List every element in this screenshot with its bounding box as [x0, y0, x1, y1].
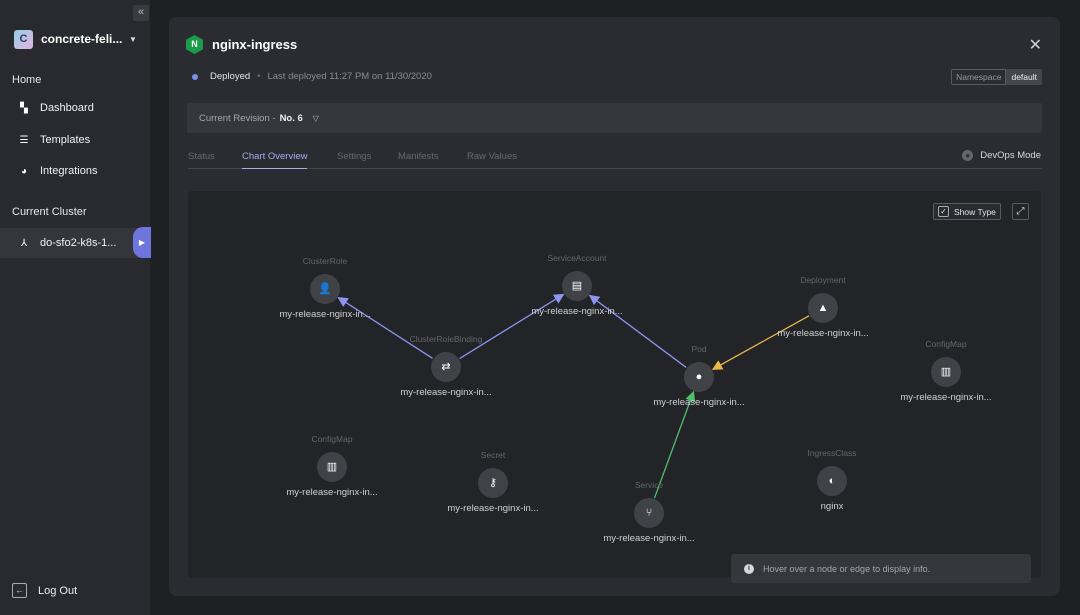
cluster-icon: ⅄	[20, 237, 28, 249]
node-type-label: Pod	[691, 344, 707, 354]
devops-icon: ●	[962, 150, 974, 161]
tab-raw-values[interactable]: Raw Values	[467, 151, 517, 169]
node-type-label: Service	[634, 480, 664, 490]
page-title: nginx-ingress	[212, 37, 298, 52]
sidebar-item-dashboard[interactable]: ▚ Dashboard	[0, 94, 150, 122]
tab-status[interactable]: Status	[188, 151, 215, 169]
graph-node-configmap1[interactable]: ▥	[931, 357, 961, 387]
sidebar: « C concrete-feli... ▼ Home ▚ Dashboard …	[0, 0, 151, 615]
separator-dot-icon: •	[257, 71, 261, 82]
node-name-label: my-release-nginx-in...	[603, 533, 695, 544]
integrations-icon: ◕	[20, 165, 28, 177]
node-type-label: Deployment	[800, 275, 846, 285]
cluster-name: do-sfo2-k8s-1...	[40, 237, 117, 249]
project-name: concrete-feli...	[41, 32, 123, 46]
node-type-label: ClusterRole	[302, 256, 348, 266]
tab-manifests[interactable]: Manifests	[398, 151, 439, 169]
show-type-label: Show Type	[954, 206, 996, 217]
node-name-label: my-release-nginx-in...	[531, 306, 623, 317]
status-dot-icon	[192, 73, 198, 80]
namespace-value: default	[1006, 69, 1042, 85]
graph-edges	[337, 293, 810, 499]
logout-icon: ←	[12, 583, 27, 598]
modal-header: N nginx-ingress	[186, 35, 297, 54]
devops-mode-toggle[interactable]: ● DevOps Mode	[962, 150, 1041, 161]
sidebar-item-label: Dashboard	[40, 102, 94, 114]
show-type-toggle[interactable]: ✓ Show Type	[933, 203, 1001, 220]
close-icon[interactable]: ✕	[1029, 35, 1042, 55]
node-name-label: my-release-nginx-in...	[279, 309, 371, 320]
expand-icon[interactable]: ⤢	[1012, 203, 1029, 220]
node-type-label: ClusterRoleBinding	[409, 334, 483, 344]
chart-modal: N nginx-ingress ✕ Deployed • Last deploy…	[169, 17, 1060, 596]
sidebar-item-cluster[interactable]: ⅄ do-sfo2-k8s-1...	[0, 228, 150, 258]
revision-selector[interactable]: Current Revision - No. 6 ▽	[187, 103, 1042, 133]
sidebar-item-label: Integrations	[40, 165, 98, 177]
chevron-down-icon: ▽	[312, 113, 319, 123]
node-name-label: my-release-nginx-in...	[653, 397, 745, 408]
status-badge: Deployed	[210, 71, 251, 82]
graph-edge-deployment-to-pod[interactable]	[711, 315, 810, 370]
graph-edge-clusterrolebinding-to-serviceaccount[interactable]	[459, 293, 565, 360]
logout-label: Log Out	[38, 584, 78, 597]
tab-bar: Status Chart Overview Settings Manifests…	[188, 151, 1042, 169]
node-name-label: nginx	[820, 501, 844, 512]
revision-value: No. 6	[279, 112, 303, 124]
graph-node-clusterrolebinding[interactable]: ⇄	[431, 352, 461, 382]
node-type-label: ConfigMap	[311, 434, 353, 444]
last-deployed-text: Last deployed 11:27 PM on 11/30/2020	[267, 71, 432, 82]
node-name-label: my-release-nginx-in...	[447, 503, 539, 514]
graph-node-deployment[interactable]: ▲	[808, 293, 838, 323]
namespace-label: Namespace	[951, 69, 1007, 85]
checkbox-checked-icon: ✓	[938, 206, 949, 217]
logout-button[interactable]: ← Log Out	[12, 583, 77, 598]
node-name-label: my-release-nginx-in...	[286, 487, 378, 498]
graph-node-pod[interactable]: ●	[684, 362, 714, 392]
node-name-label: my-release-nginx-in...	[900, 392, 992, 403]
node-type-label: ConfigMap	[925, 339, 967, 349]
revision-label: Current Revision -	[199, 112, 276, 124]
node-name-label: my-release-nginx-in...	[777, 328, 869, 339]
sidebar-item-integrations[interactable]: ◕ Integrations	[0, 157, 150, 185]
node-name-label: my-release-nginx-in...	[400, 387, 492, 398]
sidebar-item-label: Templates	[40, 134, 91, 146]
graph-node-service[interactable]: ⑂	[634, 498, 664, 528]
dashboard-icon: ▚	[20, 102, 28, 114]
graph-node-configmap2[interactable]: ▥	[317, 452, 347, 482]
templates-icon: ☰	[19, 134, 29, 146]
home-section-label: Home	[12, 74, 42, 86]
graph-node-ingressclass[interactable]: ◐	[817, 466, 847, 496]
graph-node-clusterrole[interactable]: 👤	[310, 274, 340, 304]
tab-chart-overview[interactable]: Chart Overview	[242, 151, 308, 169]
namespace-tag: Namespace default	[951, 69, 1042, 85]
nginx-logo-icon: N	[186, 35, 203, 54]
devops-label: DevOps Mode	[980, 150, 1041, 161]
graph-edge-clusterrolebinding-to-clusterrole[interactable]	[337, 296, 433, 359]
graph-node-secret[interactable]: ⚷	[478, 468, 508, 498]
info-icon: i	[744, 563, 754, 574]
hover-info-text: Hover over a node or edge to display inf…	[763, 563, 931, 574]
hover-info-panel: i Hover over a node or edge to display i…	[731, 554, 1031, 583]
chevron-right-icon[interactable]: ▶	[133, 227, 151, 258]
node-type-label: Secret	[480, 450, 506, 460]
cluster-section-label: Current Cluster	[12, 206, 87, 218]
graph-node-serviceaccount[interactable]: ▤	[562, 271, 592, 301]
node-type-label: IngressClass	[807, 448, 857, 458]
project-selector[interactable]: C concrete-feli... ▼	[14, 28, 144, 50]
project-avatar: C	[14, 29, 33, 49]
node-type-label: ServiceAccount	[547, 253, 607, 263]
collapse-sidebar-icon[interactable]: «	[133, 5, 149, 21]
chart-graph-canvas[interactable]: ✓ Show Type ⤢ i Hover over a node or edg…	[188, 191, 1041, 583]
status-row: Deployed • Last deployed 11:27 PM on 11/…	[192, 71, 432, 82]
tab-settings[interactable]: Settings	[337, 151, 371, 169]
sidebar-item-templates[interactable]: ☰ Templates	[0, 126, 150, 154]
caret-down-icon: ▼	[129, 34, 137, 44]
